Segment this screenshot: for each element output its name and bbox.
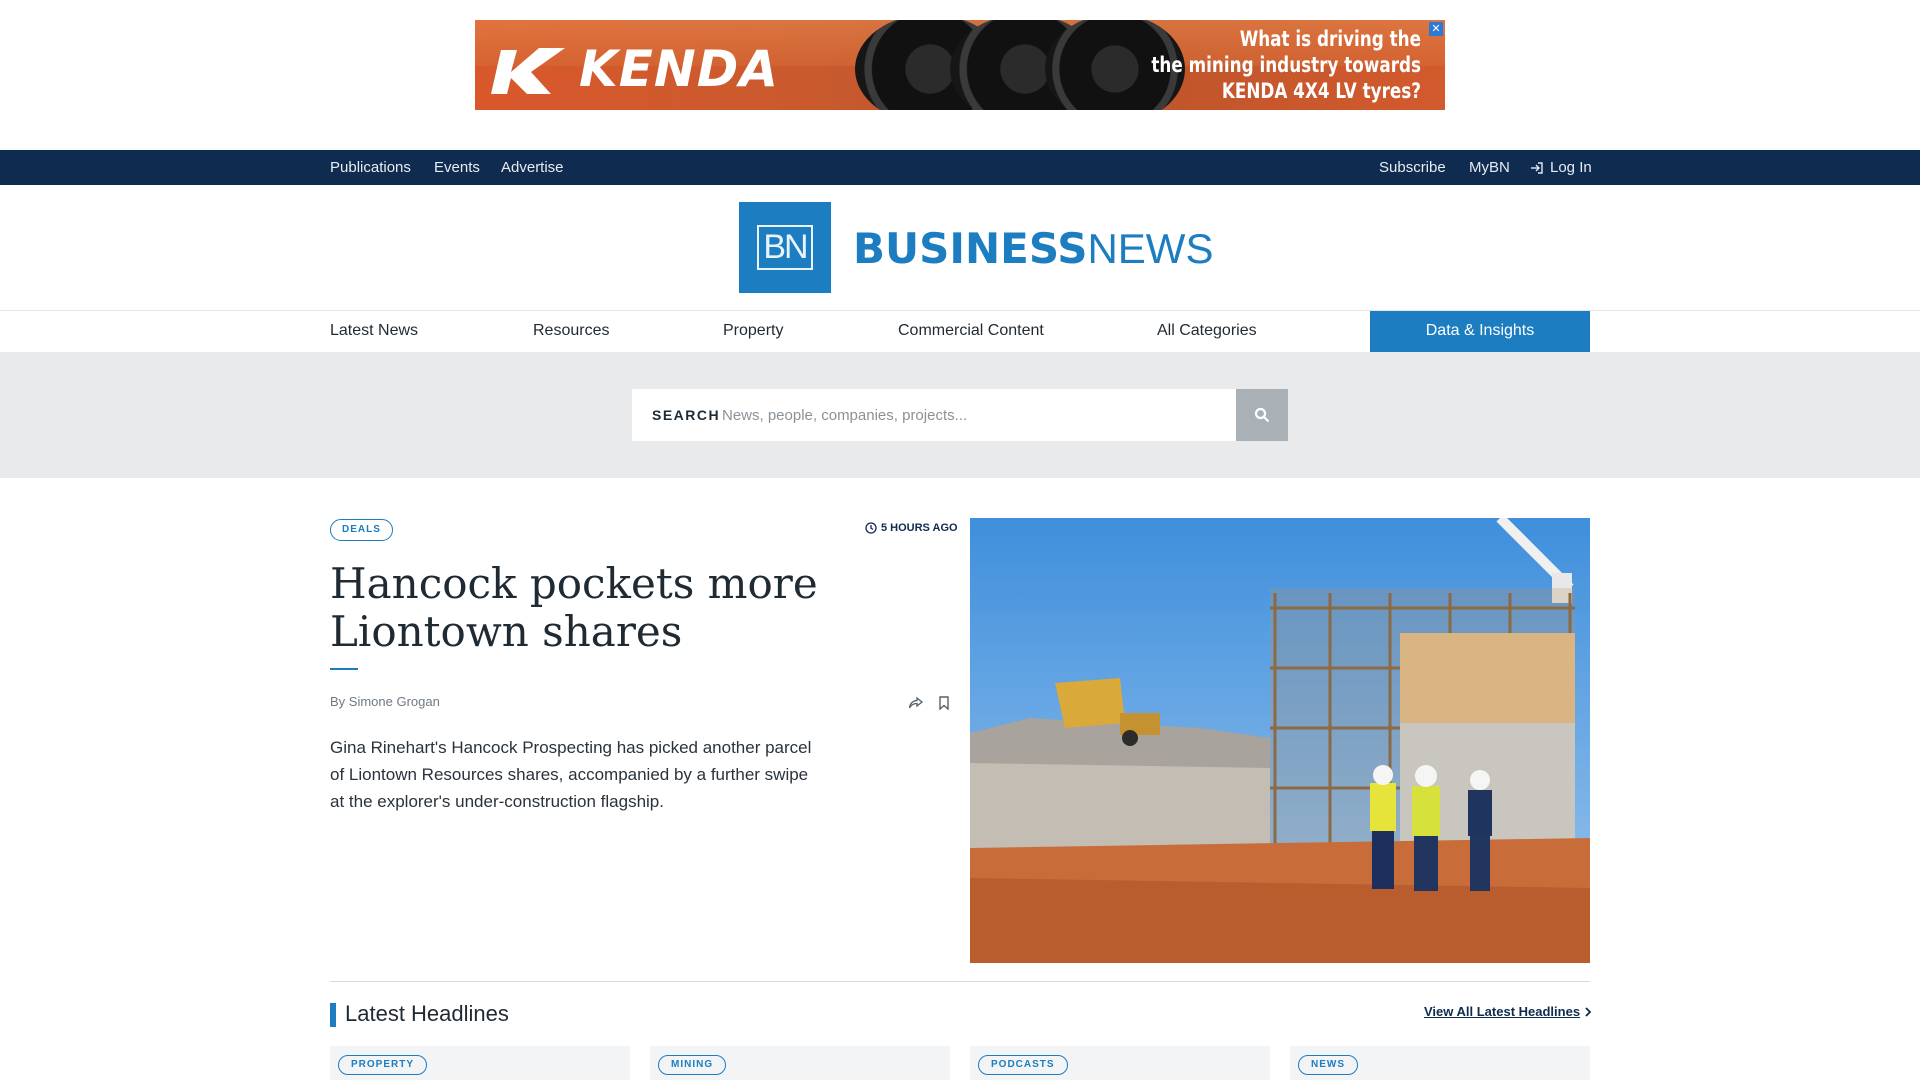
cat-resources[interactable]: Resources [533,311,609,351]
ad-zone: KENDA What is driving the the mining ind… [0,0,1920,150]
view-all-label: View All Latest Headlines [1424,1004,1581,1019]
login-icon [1531,161,1543,174]
ad-copy-line: the mining industry towards [1151,53,1421,77]
ad-brand-text: KENDA [579,40,779,98]
search-icon [1254,407,1270,423]
story-timestamp: 5 HOURS AGO [865,522,958,534]
search-input[interactable] [722,401,1222,429]
timestamp-label: 5 HOURS AGO [881,522,958,534]
share-icon[interactable] [908,696,924,710]
card-tag-podcasts[interactable]: PODCASTS [978,1055,1068,1075]
story-photo[interactable] [970,518,1590,963]
cat-property[interactable]: Property [723,311,783,351]
ad-copy-line: KENDA 4X4 LV tyres? [1221,79,1421,103]
card-tag-mining[interactable]: MINING [658,1055,727,1075]
headline-rule [330,668,358,670]
bookmark-icon[interactable] [938,696,950,710]
cat-commercial-content[interactable]: Commercial Content [898,311,1044,351]
search-label: SEARCH [652,407,721,423]
cat-all-categories[interactable]: All Categories [1157,311,1257,351]
clock-icon [865,522,877,534]
story-headline[interactable]: Hancock pockets more Liontown shares [330,560,950,656]
section-divider [330,981,1590,982]
story-summary: Gina Rinehart's Hancock Prospecting has … [330,738,812,811]
nav-mybn[interactable]: MyBN [1469,150,1510,185]
search-band: SEARCH [0,352,1920,478]
logo-word-bold: BUSINESS [853,224,1088,273]
headline-card[interactable]: PODCASTS [970,1046,1270,1080]
cat-latest-news[interactable]: Latest News [330,311,418,351]
story-byline[interactable]: By Simone Grogan [330,694,440,709]
login-button[interactable]: Log In [1530,150,1592,185]
latest-headlines-title: Latest Headlines [345,1001,509,1026]
section-accent-bar [330,1003,336,1027]
search-box: SEARCH [632,389,1236,441]
headline-card[interactable]: PROPERTY [330,1046,630,1080]
site-logo-wordmark[interactable]: BUSINESSNEWS [853,224,1213,273]
nav-events[interactable]: Events [434,150,480,185]
kenda-ad-banner[interactable]: KENDA What is driving the the mining ind… [475,20,1445,110]
ad-copy-line: What is driving the [1239,27,1421,51]
category-tag-deals[interactable]: DEALS [330,519,393,541]
headline-card[interactable]: MINING [650,1046,950,1080]
ad-copy: What is driving the the mining industry … [1151,26,1421,104]
logo-word-light: NEWS [1087,225,1214,272]
category-nav: Latest News Resources Property Commercia… [0,310,1920,352]
nav-publications[interactable]: Publications [330,150,411,185]
nav-subscribe[interactable]: Subscribe [1379,150,1446,185]
cat-data-insights[interactable]: Data & Insights [1370,311,1590,352]
view-all-headlines-link[interactable]: View All Latest Headlines [1424,1004,1592,1019]
headline-card[interactable]: NEWS [1290,1046,1590,1080]
card-tag-news[interactable]: NEWS [1298,1055,1358,1075]
ad-brand: KENDA [487,32,783,98]
ad-close-icon[interactable]: ✕ [1429,22,1443,36]
nav-advertise[interactable]: Advertise [501,150,564,185]
logo-mark-text: BN [757,225,813,270]
kenda-logo-icon [491,48,565,94]
card-tag-property[interactable]: PROPERTY [338,1055,428,1075]
login-label: Log In [1550,159,1592,176]
site-logo-mark[interactable]: BN [739,202,831,293]
search-button[interactable] [1236,389,1288,441]
top-utility-bar: Publications Events Advertise Subscribe … [0,150,1920,185]
chevron-right-icon [1585,1006,1592,1017]
